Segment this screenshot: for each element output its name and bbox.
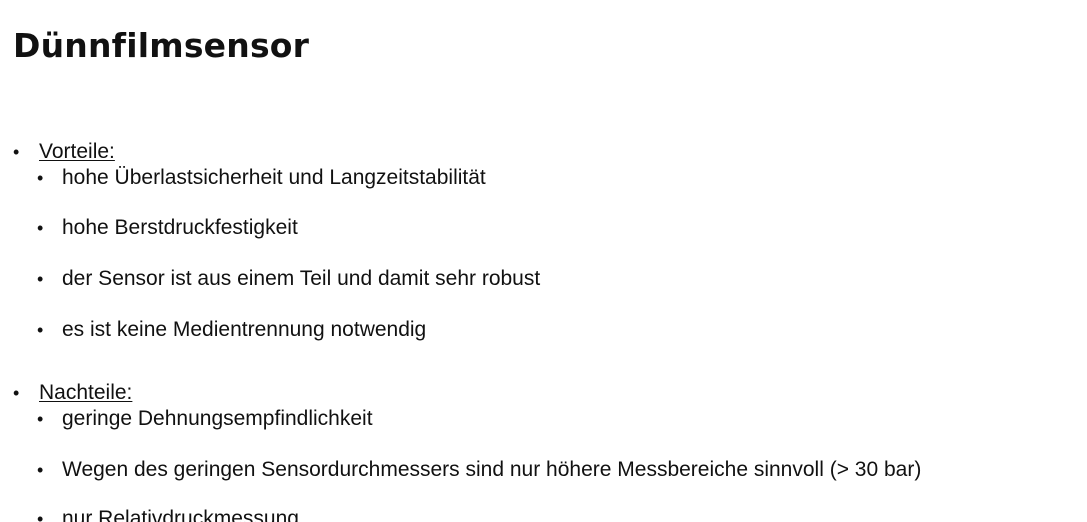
page-title: Dünnfilmsensor [13,26,310,65]
bullet-icon: • [13,383,20,403]
section-label: Vorteile: [39,140,115,163]
list-item-text: Wegen des geringen Sensordurchmessers si… [62,458,922,481]
list-item-text: hohe Berstdruckfestigkeit [62,216,298,239]
bullet-icon: • [37,509,44,522]
list-item-text: es ist keine Medientrennung notwendig [62,318,427,341]
bullet-icon: • [37,409,44,429]
bullet-icon: • [13,142,20,162]
bullet-icon: • [37,320,44,340]
bullet-icon: • [37,269,44,289]
bullet-icon: • [37,460,44,480]
list-item-text: der Sensor ist aus einem Teil und damit … [62,267,541,290]
bullet-icon: • [37,168,44,188]
list-item-text: nur Relativdruckmessung [62,507,299,522]
list-item-text: geringe Dehnungsempfindlichkeit [62,407,373,430]
list-item-text: hohe Überlastsicherheit und Langzeitstab… [62,166,486,189]
bullet-icon: • [37,218,44,238]
section-label: Nachteile: [39,381,133,404]
